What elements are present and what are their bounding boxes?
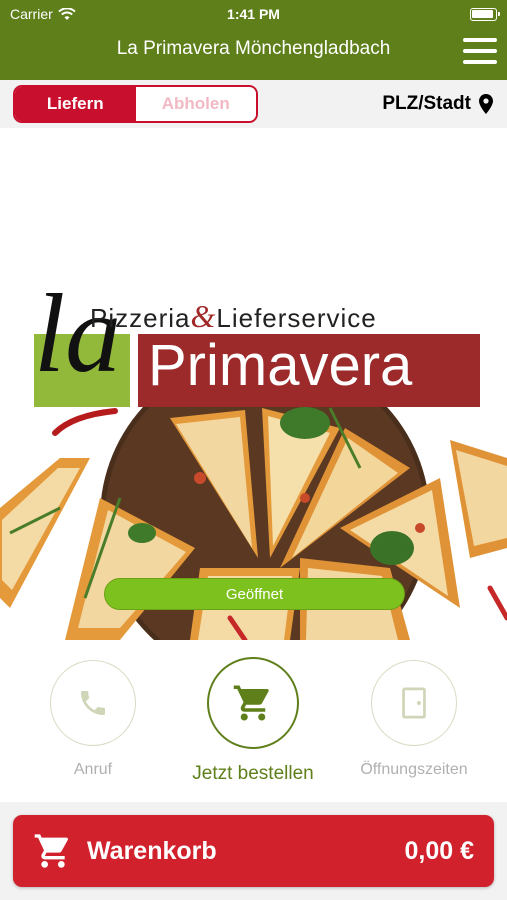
- cart-icon: [34, 834, 68, 868]
- hero-banner: la Pizzeria&Lieferservice Primavera Geöf…: [0, 128, 507, 640]
- battery-icon: [470, 8, 500, 21]
- open-status-button[interactable]: Geöffnet: [104, 578, 405, 610]
- logo-ampersand: &: [190, 298, 217, 334]
- top-bar: Carrier 1:41 PM La Primavera Mönchenglad…: [0, 0, 507, 80]
- cart-icon: [233, 685, 269, 721]
- call-label: Anruf: [73, 761, 113, 778]
- hamburger-menu-button[interactable]: [463, 38, 497, 64]
- delivery-mode-toggle: Liefern Abholen: [13, 85, 258, 123]
- call-circle: [50, 660, 136, 746]
- door-icon: [402, 687, 426, 719]
- menu-line: [463, 49, 497, 53]
- logo-subtitle-pizzeria: Pizzeria: [90, 303, 191, 333]
- order-now-label: Jetzt bestellen: [192, 763, 314, 784]
- status-bar: Carrier 1:41 PM: [0, 0, 507, 28]
- call-action[interactable]: Anruf: [8, 660, 178, 779]
- logo-subtitle: Pizzeria&Lieferservice: [90, 298, 377, 335]
- location-selector[interactable]: PLZ/Stadt: [382, 93, 493, 115]
- cart-label: Warenkorb: [87, 836, 217, 865]
- hours-circle: [371, 660, 457, 746]
- cart-total: 0,00 €: [404, 836, 474, 865]
- location-label: PLZ/Stadt: [382, 93, 471, 114]
- opening-hours-action[interactable]: Öffnungszeiten: [329, 660, 499, 779]
- phone-icon: [81, 691, 105, 715]
- quick-actions: Anruf Jetzt bestellen Öffnungszeiten: [0, 640, 507, 802]
- cart-button[interactable]: Warenkorb 0,00 €: [13, 815, 494, 887]
- opening-hours-label: Öffnungszeiten: [360, 761, 468, 778]
- map-pin-icon: [479, 94, 493, 114]
- page-title: La Primavera Mönchengladbach: [116, 38, 391, 59]
- deliver-tab[interactable]: Liefern: [15, 87, 136, 121]
- pickup-tab[interactable]: Abholen: [135, 87, 256, 121]
- menu-line: [463, 60, 497, 64]
- logo-subtitle-lieferservice: Lieferservice: [216, 303, 377, 333]
- mode-bar: Liefern Abholen PLZ/Stadt: [0, 80, 507, 128]
- logo-primavera: Primavera: [148, 333, 413, 398]
- order-now-action[interactable]: Jetzt bestellen: [168, 657, 338, 785]
- order-circle: [207, 657, 299, 749]
- status-time: 1:41 PM: [227, 6, 280, 22]
- menu-line: [463, 38, 497, 42]
